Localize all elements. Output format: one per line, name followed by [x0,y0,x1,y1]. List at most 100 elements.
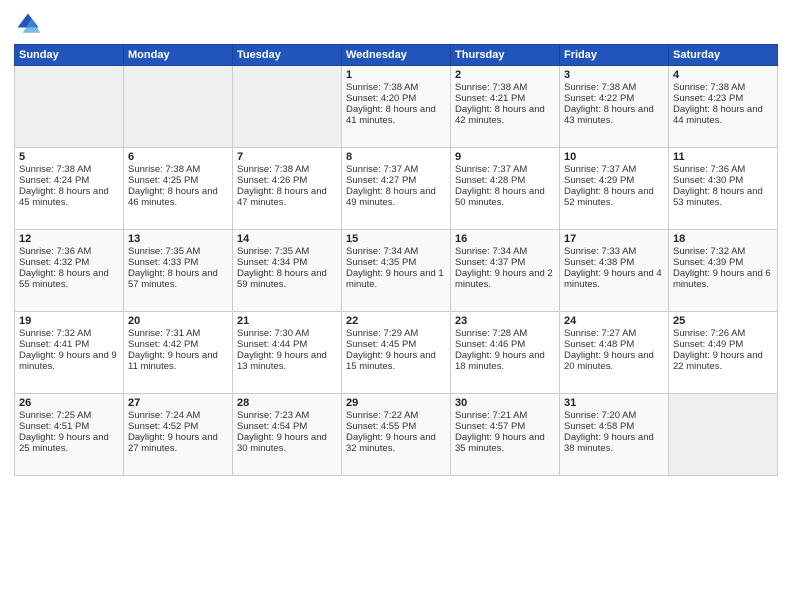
calendar-cell: 2Sunrise: 7:38 AMSunset: 4:21 PMDaylight… [451,66,560,148]
calendar-cell: 28Sunrise: 7:23 AMSunset: 4:54 PMDayligh… [233,394,342,476]
sunrise-line: Sunrise: 7:30 AM [237,328,309,339]
day-number: 24 [564,315,664,327]
daylight-line: Daylight: 9 hours and 9 minutes. [19,350,117,372]
sunrise-line: Sunrise: 7:38 AM [673,82,745,93]
sunset-line: Sunset: 4:25 PM [128,175,198,186]
sunset-line: Sunset: 4:41 PM [19,339,89,350]
daylight-line: Daylight: 8 hours and 44 minutes. [673,104,763,126]
day-number: 10 [564,151,664,163]
calendar-week-4: 19Sunrise: 7:32 AMSunset: 4:41 PMDayligh… [15,312,778,394]
sunrise-line: Sunrise: 7:26 AM [673,328,745,339]
calendar-cell: 16Sunrise: 7:34 AMSunset: 4:37 PMDayligh… [451,230,560,312]
calendar-cell: 19Sunrise: 7:32 AMSunset: 4:41 PMDayligh… [15,312,124,394]
day-number: 8 [346,151,446,163]
day-number: 13 [128,233,228,245]
sunrise-line: Sunrise: 7:37 AM [346,164,418,175]
sunset-line: Sunset: 4:58 PM [564,421,634,432]
calendar-cell: 12Sunrise: 7:36 AMSunset: 4:32 PMDayligh… [15,230,124,312]
col-sunday: Sunday [15,45,124,66]
calendar-cell: 22Sunrise: 7:29 AMSunset: 4:45 PMDayligh… [342,312,451,394]
col-tuesday: Tuesday [233,45,342,66]
sunrise-line: Sunrise: 7:38 AM [128,164,200,175]
logo [14,10,46,38]
col-thursday: Thursday [451,45,560,66]
day-number: 20 [128,315,228,327]
day-number: 7 [237,151,337,163]
calendar-body: 1Sunrise: 7:38 AMSunset: 4:20 PMDaylight… [15,66,778,476]
sunset-line: Sunset: 4:32 PM [19,257,89,268]
sunrise-line: Sunrise: 7:36 AM [673,164,745,175]
daylight-line: Daylight: 8 hours and 59 minutes. [237,268,327,290]
sunrise-line: Sunrise: 7:35 AM [237,246,309,257]
sunset-line: Sunset: 4:26 PM [237,175,307,186]
day-number: 4 [673,69,773,81]
sunset-line: Sunset: 4:21 PM [455,93,525,104]
day-number: 12 [19,233,119,245]
logo-icon [14,10,42,38]
day-number: 31 [564,397,664,409]
daylight-line: Daylight: 9 hours and 22 minutes. [673,350,763,372]
sunrise-line: Sunrise: 7:38 AM [346,82,418,93]
calendar-cell: 23Sunrise: 7:28 AMSunset: 4:46 PMDayligh… [451,312,560,394]
day-number: 28 [237,397,337,409]
calendar-cell [124,66,233,148]
daylight-line: Daylight: 9 hours and 20 minutes. [564,350,654,372]
daylight-line: Daylight: 8 hours and 46 minutes. [128,186,218,208]
day-number: 1 [346,69,446,81]
calendar-week-3: 12Sunrise: 7:36 AMSunset: 4:32 PMDayligh… [15,230,778,312]
calendar-cell: 3Sunrise: 7:38 AMSunset: 4:22 PMDaylight… [560,66,669,148]
sunset-line: Sunset: 4:35 PM [346,257,416,268]
header [14,10,778,38]
day-number: 27 [128,397,228,409]
daylight-line: Daylight: 9 hours and 1 minute. [346,268,444,290]
daylight-line: Daylight: 8 hours and 50 minutes. [455,186,545,208]
sunrise-line: Sunrise: 7:38 AM [564,82,636,93]
calendar-cell: 30Sunrise: 7:21 AMSunset: 4:57 PMDayligh… [451,394,560,476]
col-monday: Monday [124,45,233,66]
sunset-line: Sunset: 4:34 PM [237,257,307,268]
sunrise-line: Sunrise: 7:38 AM [455,82,527,93]
sunset-line: Sunset: 4:57 PM [455,421,525,432]
calendar-cell [669,394,778,476]
daylight-line: Daylight: 8 hours and 45 minutes. [19,186,109,208]
calendar-cell [233,66,342,148]
sunset-line: Sunset: 4:22 PM [564,93,634,104]
sunset-line: Sunset: 4:38 PM [564,257,634,268]
daylight-line: Daylight: 8 hours and 47 minutes. [237,186,327,208]
daylight-line: Daylight: 9 hours and 18 minutes. [455,350,545,372]
sunset-line: Sunset: 4:39 PM [673,257,743,268]
daylight-line: Daylight: 8 hours and 42 minutes. [455,104,545,126]
sunrise-line: Sunrise: 7:20 AM [564,410,636,421]
daylight-line: Daylight: 8 hours and 41 minutes. [346,104,436,126]
daylight-line: Daylight: 8 hours and 57 minutes. [128,268,218,290]
sunrise-line: Sunrise: 7:33 AM [564,246,636,257]
sunset-line: Sunset: 4:44 PM [237,339,307,350]
sunrise-line: Sunrise: 7:24 AM [128,410,200,421]
day-number: 21 [237,315,337,327]
calendar-cell: 13Sunrise: 7:35 AMSunset: 4:33 PMDayligh… [124,230,233,312]
daylight-line: Daylight: 8 hours and 52 minutes. [564,186,654,208]
calendar-week-2: 5Sunrise: 7:38 AMSunset: 4:24 PMDaylight… [15,148,778,230]
sunset-line: Sunset: 4:45 PM [346,339,416,350]
day-number: 9 [455,151,555,163]
day-number: 6 [128,151,228,163]
daylight-line: Daylight: 8 hours and 43 minutes. [564,104,654,126]
sunset-line: Sunset: 4:28 PM [455,175,525,186]
day-number: 16 [455,233,555,245]
sunrise-line: Sunrise: 7:27 AM [564,328,636,339]
calendar-cell: 29Sunrise: 7:22 AMSunset: 4:55 PMDayligh… [342,394,451,476]
sunrise-line: Sunrise: 7:28 AM [455,328,527,339]
sunset-line: Sunset: 4:20 PM [346,93,416,104]
day-number: 14 [237,233,337,245]
day-number: 18 [673,233,773,245]
calendar-cell: 5Sunrise: 7:38 AMSunset: 4:24 PMDaylight… [15,148,124,230]
daylight-line: Daylight: 9 hours and 27 minutes. [128,432,218,454]
sunset-line: Sunset: 4:52 PM [128,421,198,432]
sunrise-line: Sunrise: 7:34 AM [455,246,527,257]
sunrise-line: Sunrise: 7:22 AM [346,410,418,421]
calendar-cell: 20Sunrise: 7:31 AMSunset: 4:42 PMDayligh… [124,312,233,394]
calendar-week-1: 1Sunrise: 7:38 AMSunset: 4:20 PMDaylight… [15,66,778,148]
sunset-line: Sunset: 4:24 PM [19,175,89,186]
col-saturday: Saturday [669,45,778,66]
calendar-cell: 15Sunrise: 7:34 AMSunset: 4:35 PMDayligh… [342,230,451,312]
